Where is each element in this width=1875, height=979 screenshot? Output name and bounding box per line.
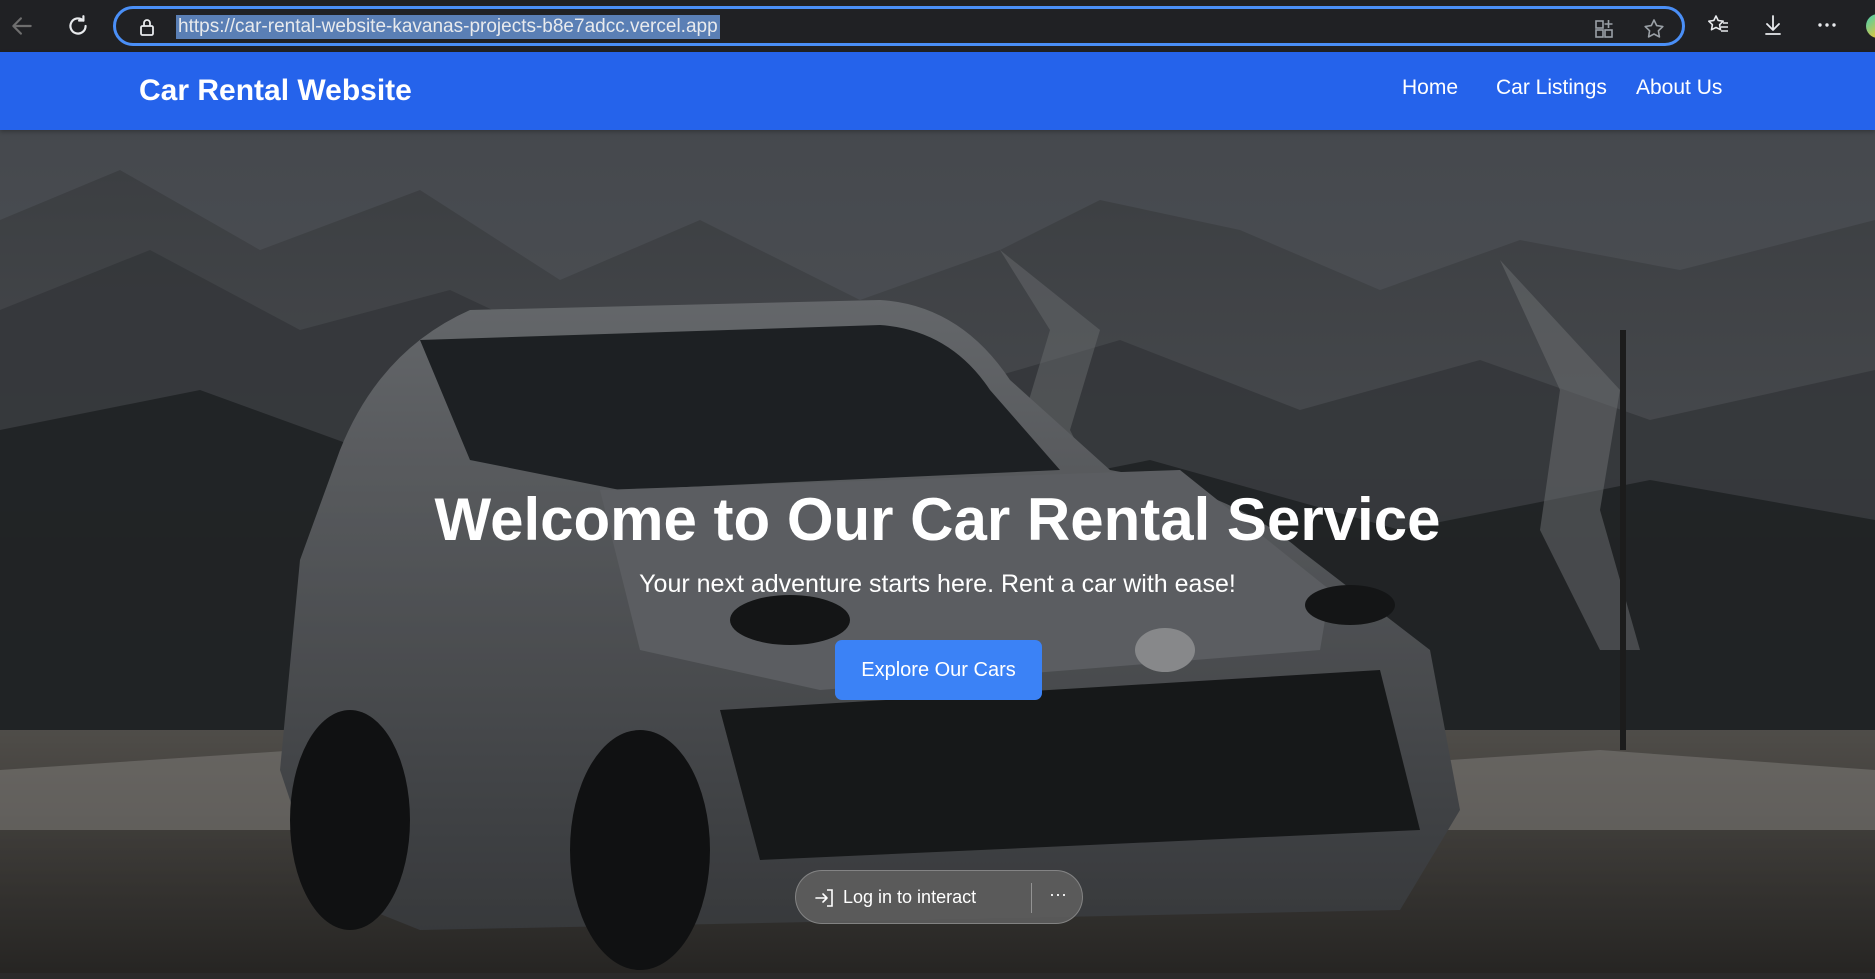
hero-subtitle: Your next adventure starts here. Rent a …: [639, 570, 1236, 598]
refresh-icon[interactable]: [58, 6, 98, 46]
url-text[interactable]: https://car-rental-website-kavanas-proje…: [176, 15, 720, 39]
favorites-icon[interactable]: [1703, 10, 1733, 40]
hero-title: Welcome to Our Car Rental Service: [434, 486, 1441, 553]
star-icon[interactable]: [1642, 17, 1666, 41]
login-label[interactable]: Log in to interact: [843, 887, 976, 908]
site-header: Car Rental Website Home Car Listings Abo…: [0, 52, 1875, 130]
more-options-button[interactable]: ···: [1043, 881, 1073, 911]
lock-icon[interactable]: [137, 17, 157, 37]
address-bar[interactable]: https://car-rental-website-kavanas-proje…: [113, 6, 1685, 46]
back-arrow-icon[interactable]: [2, 6, 42, 46]
more-icon[interactable]: [1812, 10, 1842, 40]
nav-link-about-us[interactable]: About Us: [1636, 76, 1722, 100]
nav-link-home[interactable]: Home: [1402, 76, 1458, 100]
sign-in-icon: [815, 889, 833, 907]
login-to-interact-pill[interactable]: Log in to interact ···: [795, 870, 1083, 924]
browser-toolbar: https://car-rental-website-kavanas-proje…: [0, 0, 1875, 52]
copilot-icon[interactable]: [1866, 14, 1875, 38]
nav-link-car-listings[interactable]: Car Listings: [1496, 76, 1607, 100]
bottom-edge: [0, 973, 1875, 979]
site-title[interactable]: Car Rental Website: [139, 74, 412, 108]
hero-section: Welcome to Our Car Rental Service Your n…: [0, 130, 1875, 973]
divider: [1031, 883, 1032, 913]
download-icon[interactable]: [1758, 10, 1788, 40]
explore-cars-button[interactable]: Explore Our Cars: [835, 640, 1042, 700]
app-grid-icon[interactable]: [1592, 17, 1616, 41]
